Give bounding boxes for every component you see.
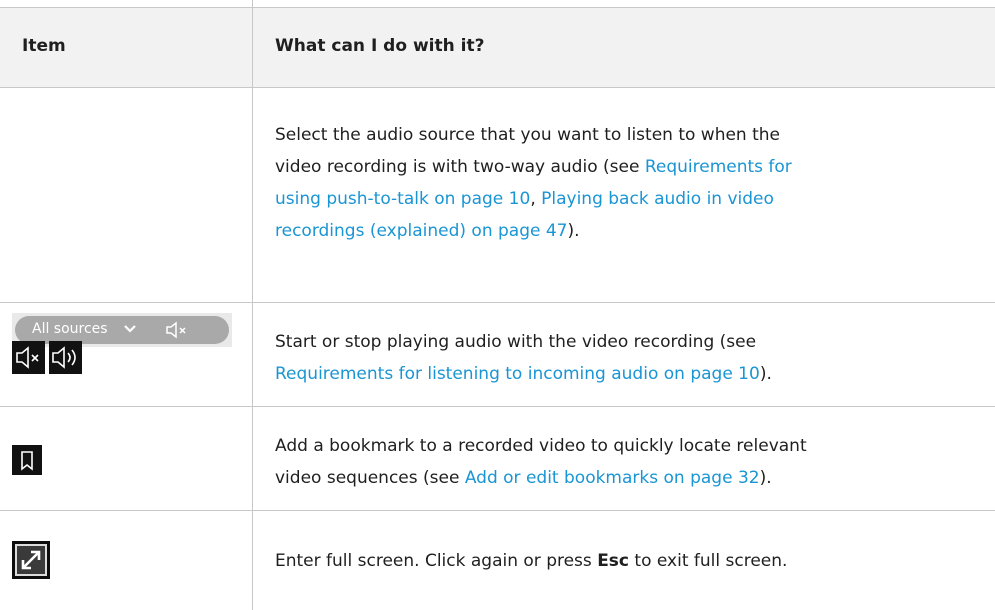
table-header [0, 7, 995, 87]
link-listening-incoming-audio[interactable]: Requirements for listening to incoming a… [275, 364, 760, 384]
text-segment: Add a bookmark to a recorded video to qu… [275, 436, 807, 456]
link-playing-back-audio-cont[interactable]: recordings (explained) on page 47 [275, 221, 568, 241]
row-description-audio-toggle: Start or stop playing audio with the vid… [275, 326, 975, 390]
header-item: Item [22, 36, 66, 56]
text-segment: video sequences (see [275, 468, 465, 488]
text-segment: to exit full screen. [629, 551, 788, 571]
divider [0, 510, 995, 511]
audio-source-label: All sources [32, 321, 108, 337]
fullscreen-icon [12, 541, 50, 579]
mute-speaker-icon [165, 321, 191, 343]
row-description-fullscreen: Enter full screen. Click again or press … [275, 545, 975, 577]
link-push-to-talk[interactable]: Requirements for [645, 157, 792, 177]
text-segment: ). [759, 364, 772, 384]
items-table: Item What can I do with it? All sources … [0, 0, 995, 610]
bookmark-icon [12, 445, 42, 475]
row-description-audio-source: Select the audio source that you want to… [275, 119, 975, 247]
text-segment: ). [567, 221, 580, 241]
text-segment: Start or stop playing audio with the vid… [275, 332, 757, 352]
link-playing-back-audio[interactable]: Playing back audio in video [541, 189, 774, 209]
divider [0, 406, 995, 407]
speaker-icon [49, 341, 82, 374]
chevron-down-icon [123, 322, 137, 340]
column-divider [252, 0, 253, 610]
divider [0, 7, 995, 8]
audio-source-control: All sources [12, 313, 232, 347]
header-description: What can I do with it? [275, 36, 485, 56]
divider [0, 302, 995, 303]
mute-speaker-icon [12, 341, 45, 374]
audio-source-pill: All sources [15, 316, 229, 344]
link-add-edit-bookmarks[interactable]: Add or edit bookmarks on page 32 [465, 468, 760, 488]
esc-key: Esc [597, 551, 629, 571]
text-segment: video recording is with two-way audio (s… [275, 157, 645, 177]
divider [0, 87, 995, 88]
text-segment: , [530, 189, 542, 209]
row-description-bookmark: Add a bookmark to a recorded video to qu… [275, 430, 975, 494]
text-segment: ). [759, 468, 772, 488]
text-segment: Select the audio source that you want to… [275, 125, 781, 145]
link-push-to-talk-cont[interactable]: using push-to-talk on page 10 [275, 189, 530, 209]
text-segment: Enter full screen. Click again or press [275, 551, 598, 571]
